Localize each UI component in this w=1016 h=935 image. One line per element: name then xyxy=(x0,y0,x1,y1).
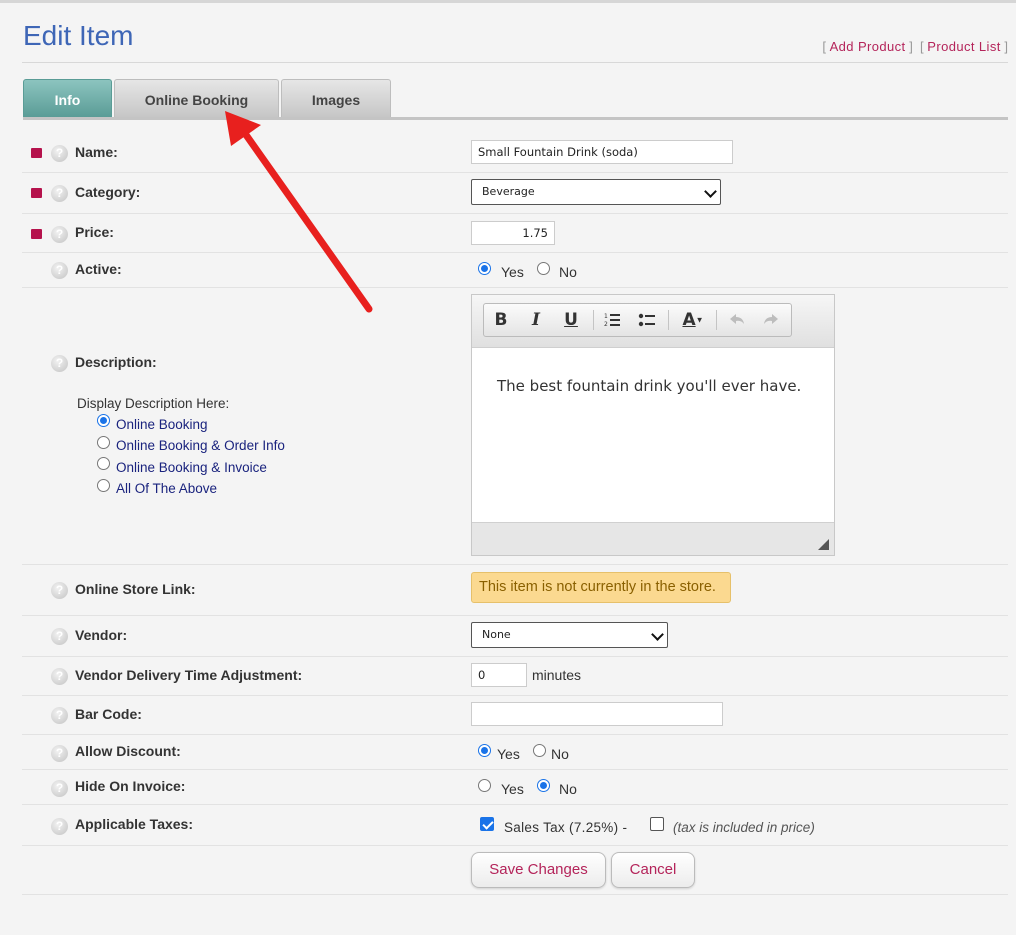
vendor-delivery-label: Vendor Delivery Time Adjustment: xyxy=(75,667,303,683)
tab-info[interactable]: Info xyxy=(23,79,112,117)
description-text[interactable]: The best fountain drink you'll ever have… xyxy=(497,377,801,395)
help-icon[interactable]: ? xyxy=(51,628,68,645)
hide-on-invoice-label: Hide On Invoice: xyxy=(75,778,186,794)
help-icon[interactable]: ? xyxy=(51,780,68,797)
display-option-label: Online Booking xyxy=(116,417,208,432)
allow-discount-label: Allow Discount: xyxy=(75,743,181,759)
chevron-down-icon xyxy=(651,628,664,641)
display-description-label: Display Description Here: xyxy=(77,396,230,411)
editor-statusbar xyxy=(472,522,834,555)
ordered-list-icon[interactable]: 12 xyxy=(601,310,623,330)
display-online-booking-radio[interactable] xyxy=(97,414,110,427)
active-no-label: No xyxy=(559,264,577,280)
bar-code-label: Bar Code: xyxy=(75,706,142,722)
font-color-icon[interactable]: A▼ xyxy=(678,310,708,330)
tab-online-booking[interactable]: Online Booking xyxy=(114,79,279,117)
display-all-radio[interactable] xyxy=(97,479,110,492)
discount-no-label: No xyxy=(551,746,569,762)
help-icon[interactable]: ? xyxy=(51,226,68,243)
discount-no-radio[interactable] xyxy=(533,744,546,757)
page-title: Edit Item xyxy=(23,20,134,51)
required-marker xyxy=(31,148,42,158)
tax-included-checkbox[interactable] xyxy=(650,817,664,831)
price-label: Price: xyxy=(75,224,114,240)
description-label: Description: xyxy=(75,354,157,370)
name-input[interactable] xyxy=(471,140,733,164)
display-order-info-radio[interactable] xyxy=(97,436,110,449)
discount-yes-radio[interactable] xyxy=(478,744,491,757)
tax-included-note: (tax is included in price) xyxy=(673,820,815,835)
svg-text:2: 2 xyxy=(604,321,608,328)
display-option-label: Online Booking & Invoice xyxy=(116,460,267,475)
caret-down-icon: ▼ xyxy=(695,315,704,325)
hide-yes-radio[interactable] xyxy=(478,779,491,792)
underline-icon[interactable]: U xyxy=(560,310,582,330)
bar-code-input[interactable] xyxy=(471,702,723,726)
resize-handle[interactable] xyxy=(818,539,829,550)
redo-icon[interactable] xyxy=(760,310,782,330)
discount-yes-label: Yes xyxy=(497,746,520,762)
help-icon[interactable]: ? xyxy=(51,185,68,202)
hide-yes-label: Yes xyxy=(501,781,524,797)
help-icon[interactable]: ? xyxy=(51,745,68,762)
bullet-list-icon[interactable] xyxy=(636,310,658,330)
required-marker xyxy=(31,229,42,239)
category-value: Beverage xyxy=(482,185,535,198)
category-select[interactable]: Beverage xyxy=(471,179,721,205)
vendor-delivery-input[interactable] xyxy=(471,663,527,687)
editor-button-group: B I U 12 A▼ xyxy=(483,303,792,337)
active-no-radio[interactable] xyxy=(537,262,550,275)
store-status-notice: This item is not currently in the store. xyxy=(471,572,731,603)
applicable-taxes-label: Applicable Taxes: xyxy=(75,816,194,832)
price-input[interactable] xyxy=(471,221,555,245)
help-icon[interactable]: ? xyxy=(51,818,68,835)
help-icon[interactable]: ? xyxy=(51,582,68,599)
vendor-select[interactable]: None xyxy=(471,622,668,648)
help-icon[interactable]: ? xyxy=(51,355,68,372)
help-icon[interactable]: ? xyxy=(51,262,68,279)
help-icon[interactable]: ? xyxy=(51,707,68,724)
tab-images[interactable]: Images xyxy=(281,79,391,117)
undo-icon[interactable] xyxy=(726,310,748,330)
toolbar-separator xyxy=(668,310,669,330)
italic-icon[interactable]: I xyxy=(525,310,547,330)
online-store-link-label: Online Store Link: xyxy=(75,581,196,597)
top-border xyxy=(0,0,1016,3)
header-divider xyxy=(22,62,1008,63)
help-icon[interactable]: ? xyxy=(51,145,68,162)
vendor-label: Vendor: xyxy=(75,627,128,643)
name-label: Name: xyxy=(75,144,118,160)
display-option-label: Online Booking & Order Info xyxy=(116,438,285,453)
vendor-value: None xyxy=(482,628,511,641)
product-list-link[interactable]: Product List xyxy=(927,39,1000,54)
hide-no-radio[interactable] xyxy=(537,779,550,792)
buttons-row xyxy=(22,846,1008,895)
bold-icon[interactable]: B xyxy=(490,310,512,330)
active-label: Active: xyxy=(75,261,122,277)
sales-tax-checkbox[interactable] xyxy=(480,817,494,831)
active-yes-radio[interactable] xyxy=(478,262,491,275)
display-invoice-radio[interactable] xyxy=(97,457,110,470)
minutes-unit: minutes xyxy=(532,667,582,683)
display-option-label: All Of The Above xyxy=(116,481,218,496)
toolbar-separator xyxy=(593,310,594,330)
sales-tax-label: Sales Tax (7.25%) - xyxy=(504,820,628,835)
description-editor[interactable]: B I U 12 A▼ The best fountain drink you'… xyxy=(471,294,835,556)
toolbar-separator xyxy=(716,310,717,330)
active-yes-label: Yes xyxy=(501,264,524,280)
header-links: [ Add Product ] [ Product List ] xyxy=(822,39,1008,54)
add-product-link[interactable]: Add Product xyxy=(830,39,906,54)
help-icon[interactable]: ? xyxy=(51,668,68,685)
hide-no-label: No xyxy=(559,781,577,797)
editor-toolbar: B I U 12 A▼ xyxy=(472,295,834,348)
tab-underline xyxy=(23,117,1008,120)
chevron-down-icon xyxy=(704,185,717,198)
category-label: Category: xyxy=(75,184,141,200)
required-marker xyxy=(31,188,42,198)
svg-text:1: 1 xyxy=(604,313,608,320)
